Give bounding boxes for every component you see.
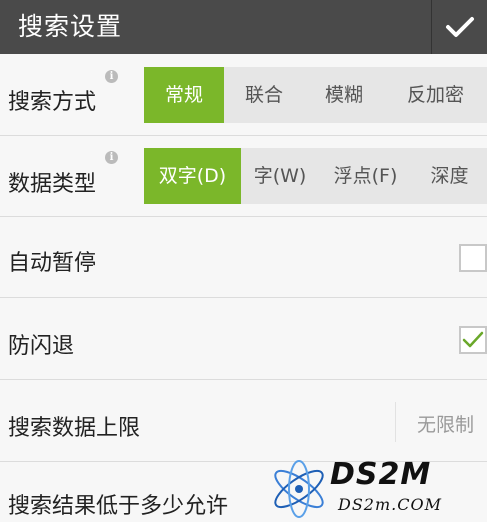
- auto-pause-checkbox[interactable]: [459, 244, 487, 272]
- search-mode-option-fuzzy[interactable]: 模糊: [304, 67, 384, 123]
- watermark-logo: DS2M DS2m.COM: [268, 455, 487, 522]
- data-type-row: 数据类型 i 双字(D) 字(W) 浮点(F) 深度: [0, 136, 487, 217]
- anti-flash-checkbox[interactable]: [459, 326, 487, 354]
- page-title: 搜索设置: [18, 12, 123, 41]
- data-type-option-dword[interactable]: 双字(D): [144, 148, 241, 204]
- divider: [395, 402, 396, 442]
- search-mode-segmented: 常规 联合 模糊 反加密: [144, 67, 487, 123]
- search-mode-option-normal[interactable]: 常规: [144, 67, 224, 123]
- search-limit-value[interactable]: 无限制: [417, 410, 474, 437]
- check-icon: [462, 331, 484, 348]
- data-type-option-float[interactable]: 浮点(F): [319, 148, 412, 204]
- anti-flash-row[interactable]: 防闪退: [0, 298, 487, 380]
- watermark-site: DS2m.COM: [338, 495, 442, 514]
- watermark-brand: DS2M: [330, 457, 432, 492]
- confirm-button[interactable]: [431, 0, 487, 54]
- auto-pause-label: 自动暂停: [8, 251, 97, 276]
- anti-flash-label: 防闪退: [8, 334, 75, 359]
- data-type-option-depth[interactable]: 深度: [412, 148, 487, 204]
- search-mode-option-joint[interactable]: 联合: [224, 67, 304, 123]
- info-icon[interactable]: i: [105, 151, 118, 164]
- info-icon[interactable]: i: [105, 70, 118, 83]
- title-bar: 搜索设置: [0, 0, 487, 54]
- atom-logo-icon: [274, 460, 324, 518]
- search-mode-option-decrypt[interactable]: 反加密: [384, 67, 487, 123]
- check-icon: [445, 17, 474, 37]
- search-mode-row: 搜索方式 i 常规 联合 模糊 反加密: [0, 54, 487, 136]
- auto-pause-row[interactable]: 自动暂停: [0, 217, 487, 298]
- search-limit-row[interactable]: 搜索数据上限 无限制: [0, 380, 487, 462]
- search-limit-label: 搜索数据上限: [8, 416, 141, 441]
- data-type-label: 数据类型: [8, 172, 97, 197]
- data-type-segmented: 双字(D) 字(W) 浮点(F) 深度: [144, 148, 487, 204]
- search-mode-label: 搜索方式: [8, 90, 97, 115]
- data-type-option-word[interactable]: 字(W): [241, 148, 319, 204]
- search-result-label: 搜索结果低于多少允许: [8, 494, 229, 519]
